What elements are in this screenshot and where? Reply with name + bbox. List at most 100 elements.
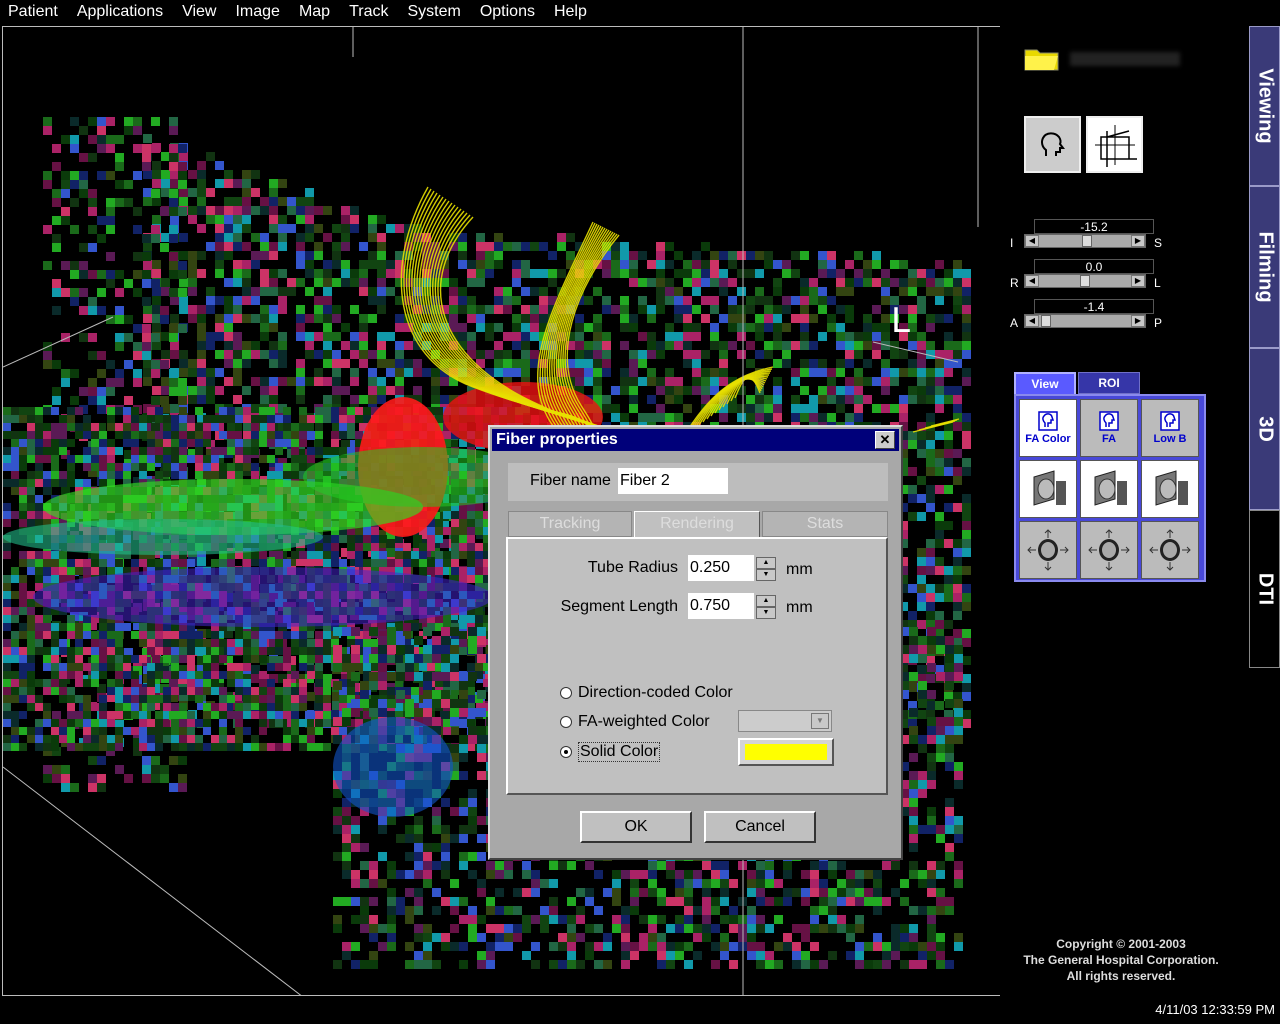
copyright-line: The General Hospital Corporation. (1023, 953, 1219, 967)
fa-weighted-color-label: FA-weighted Color (578, 713, 710, 730)
copyright-line: Copyright © 2001-2003 (1056, 937, 1186, 951)
ok-button[interactable]: OK (580, 811, 692, 843)
view-button-sagittal-slice[interactable] (1019, 460, 1077, 518)
tube-radius-input[interactable] (688, 555, 754, 581)
rl-slider-right-arrow[interactable]: ▶ (1131, 275, 1145, 287)
fiber-name-input[interactable] (618, 468, 728, 494)
copyright-line: All rights reserved. (1066, 969, 1176, 983)
rl-slider-track[interactable]: ◀ ▶ (1024, 274, 1146, 288)
tab-stats[interactable]: Stats (762, 511, 888, 537)
ap-slider-value: -1.4 (1034, 299, 1154, 314)
head-icon (1160, 411, 1180, 431)
solid-color-label: Solid Color (578, 742, 661, 762)
ap-slider-thumb[interactable] (1040, 315, 1051, 327)
menu-patient[interactable]: Patient (8, 3, 58, 21)
cancel-button[interactable]: Cancel (704, 811, 816, 843)
view-button-axial-move[interactable] (1141, 521, 1199, 579)
is-slider-track[interactable]: ◀ ▶ (1024, 234, 1146, 248)
fiber-properties-dialog: Fiber properties ✕ Fiber name Tracking R… (488, 425, 903, 860)
is-slider-left-arrow[interactable]: ◀ (1025, 235, 1039, 247)
tube-radius-label: Tube Radius (587, 559, 678, 576)
tab-filming[interactable]: Filming (1249, 186, 1280, 348)
is-slider-thumb[interactable] (1081, 235, 1092, 247)
segment-length-unit: mm (786, 599, 813, 616)
is-slider-left-label: I (1010, 236, 1014, 250)
direction-coded-color-radio[interactable] (560, 687, 572, 699)
ap-slider-left-label: A (1010, 316, 1019, 330)
fa-colormap-select[interactable]: ▼ (738, 710, 832, 732)
orientation-label: L (891, 301, 910, 341)
rl-slider-thumb[interactable] (1080, 275, 1090, 287)
direction-coded-color-option[interactable]: Direction-coded Color (560, 682, 733, 704)
tab-filming-label: Filming (1254, 231, 1276, 303)
head-view-button[interactable] (1024, 116, 1081, 173)
copyright-notice: Copyright © 2001-2003 The General Hospit… (996, 936, 1246, 984)
tab-viewing-label: Viewing (1254, 68, 1276, 144)
tab-rendering[interactable]: Rendering (634, 511, 760, 539)
direction-coded-color-label: Direction-coded Color (578, 684, 733, 701)
view-button-axial-slice[interactable] (1141, 460, 1199, 518)
dialog-title-bar[interactable]: Fiber properties ✕ (492, 429, 899, 451)
solid-color-radio[interactable] (560, 746, 572, 758)
is-slider-value: -15.2 (1034, 219, 1154, 234)
segment-length-stepper[interactable]: ▲ ▼ (756, 595, 776, 619)
folder-icon[interactable] (1024, 46, 1060, 72)
view-button-coronal-slice[interactable] (1080, 460, 1138, 518)
tab-dti[interactable]: DTI (1249, 510, 1280, 668)
segment-length-input[interactable] (688, 593, 754, 619)
ap-slider-track[interactable]: ◀ ▶ (1024, 314, 1146, 328)
stepper-up-icon[interactable]: ▲ (756, 557, 776, 569)
view-button-label: FA Color (1025, 433, 1071, 445)
tab-viewing[interactable]: Viewing (1249, 26, 1280, 186)
view-panel-body: FA Color FA Low B (1014, 394, 1206, 582)
view-button-fa[interactable]: FA (1080, 399, 1138, 457)
view-button-sagittal-move[interactable] (1019, 521, 1077, 579)
view-roi-panel: View ROI FA Color FA Low B (1014, 372, 1206, 584)
dialog-title: Fiber properties (496, 431, 618, 448)
crop-view-button[interactable] (1086, 116, 1143, 173)
view-button-label: Low B (1153, 433, 1187, 445)
rl-slider[interactable]: 0.0 R ◀ ▶ L (1010, 259, 1170, 299)
menu-view[interactable]: View (182, 3, 216, 21)
coronal-move-icon (1088, 529, 1130, 571)
ap-slider-right-arrow[interactable]: ▶ (1131, 315, 1145, 327)
is-slider-right-arrow[interactable]: ▶ (1131, 235, 1145, 247)
tube-radius-unit: mm (786, 561, 813, 578)
sagittal-slice-icon (1033, 470, 1066, 506)
ap-slider-left-arrow[interactable]: ◀ (1025, 315, 1039, 327)
stepper-down-icon[interactable]: ▼ (756, 607, 776, 619)
menu-map[interactable]: Map (299, 3, 330, 21)
view-button-coronal-move[interactable] (1080, 521, 1138, 579)
is-slider-right-label: S (1154, 236, 1163, 250)
tab-3d[interactable]: 3D (1249, 348, 1280, 510)
stepper-up-icon[interactable]: ▲ (756, 595, 776, 607)
tab-dti-label: DTI (1254, 572, 1276, 606)
rl-slider-left-arrow[interactable]: ◀ (1025, 275, 1039, 287)
tab-roi[interactable]: ROI (1078, 372, 1140, 394)
stepper-down-icon[interactable]: ▼ (756, 569, 776, 581)
view-button-low-b[interactable]: Low B (1141, 399, 1199, 457)
menu-options[interactable]: Options (480, 3, 535, 21)
solid-color-option[interactable]: Solid Color (560, 741, 661, 763)
tab-tracking[interactable]: Tracking (508, 511, 632, 537)
is-slider[interactable]: -15.2 I ◀ ▶ S (1010, 219, 1170, 259)
menu-image[interactable]: Image (235, 3, 279, 21)
ap-slider-right-label: P (1154, 316, 1163, 330)
coronal-slice-icon (1094, 470, 1127, 506)
fa-weighted-color-radio[interactable] (560, 716, 572, 728)
tube-radius-stepper[interactable]: ▲ ▼ (756, 557, 776, 581)
menu-help[interactable]: Help (554, 3, 587, 21)
menu-track[interactable]: Track (349, 3, 388, 21)
solid-color-picker-button[interactable] (738, 738, 834, 766)
menu-applications[interactable]: Applications (77, 3, 163, 21)
close-button[interactable]: ✕ (875, 431, 895, 449)
rl-slider-value: 0.0 (1034, 259, 1154, 274)
sagittal-move-icon (1027, 529, 1069, 571)
menu-system[interactable]: System (407, 3, 460, 21)
chevron-down-icon[interactable]: ▼ (811, 713, 829, 729)
ap-slider[interactable]: -1.4 A ◀ ▶ P (1010, 299, 1170, 339)
tab-view[interactable]: View (1014, 372, 1076, 394)
view-button-fa-color[interactable]: FA Color (1019, 399, 1077, 457)
head-icon (1099, 411, 1119, 431)
fa-weighted-color-option[interactable]: FA-weighted Color (560, 711, 710, 733)
